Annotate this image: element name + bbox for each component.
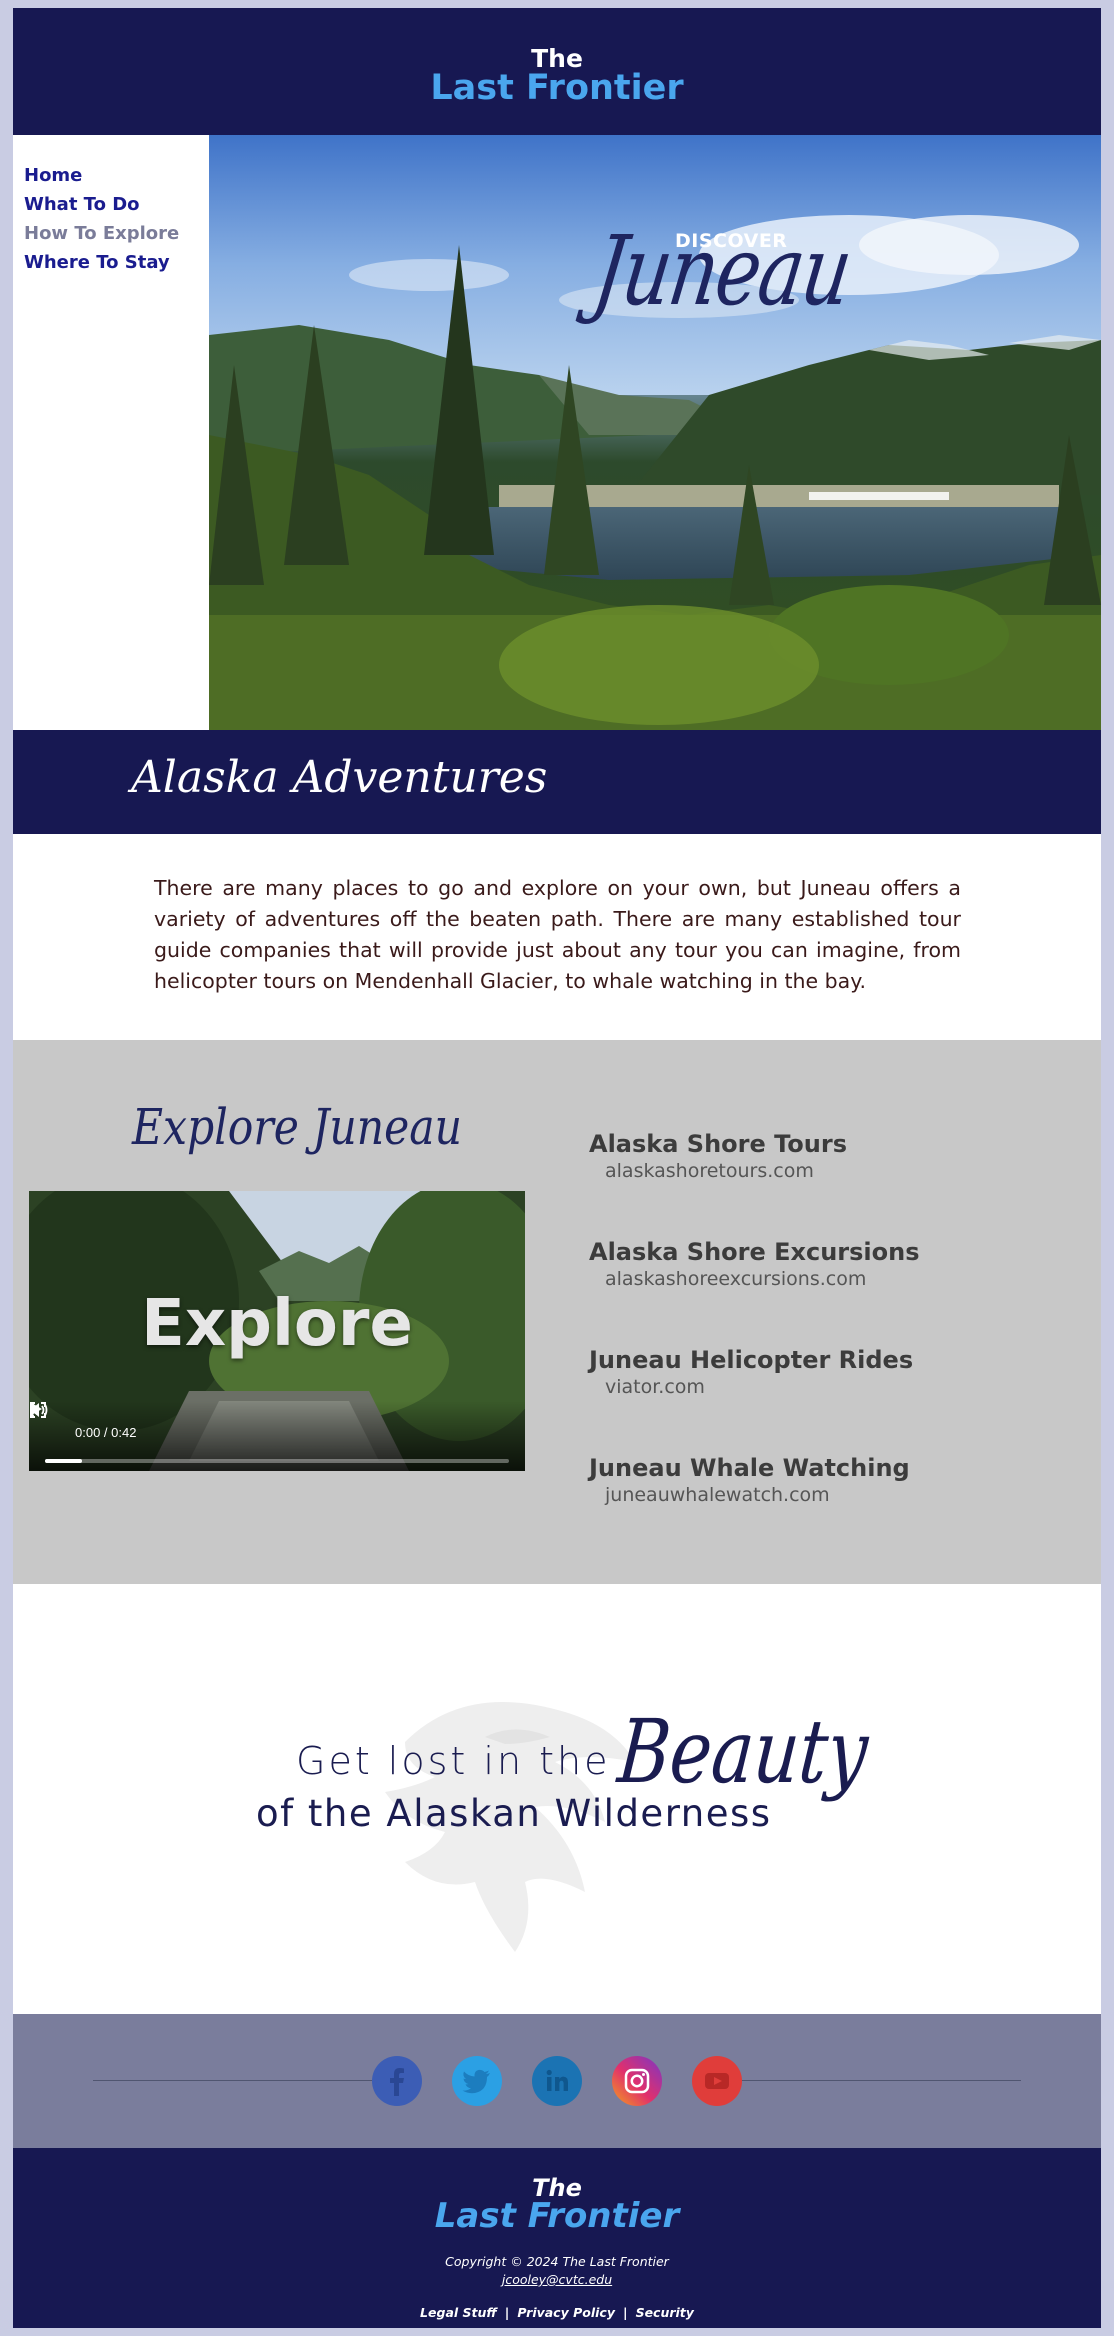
sidebar-nav: Home What To Do How To Explore Where To … <box>13 135 209 730</box>
footer-link-legal[interactable]: Legal Stuff <box>420 2305 497 2320</box>
footer-email-link[interactable]: jcooley@cvtc.edu <box>13 2272 1101 2287</box>
site-footer: The Last Frontier Copyright © 2024 The L… <box>13 2148 1101 2328</box>
divider-left <box>93 2080 373 2081</box>
tour-item: Juneau Helicopter Rides viator.com <box>589 1346 913 1398</box>
footer-separator: | <box>504 2305 510 2320</box>
footer-title-main: Last Frontier <box>434 2196 680 2236</box>
video-progress-fill <box>45 1459 83 1463</box>
instagram-icon[interactable] <box>612 2056 662 2106</box>
video-player[interactable]: Explore 0:00 / 0:42 <box>29 1191 525 1471</box>
header-title-main[interactable]: Last Frontier <box>13 68 1101 108</box>
nav-item-where-to-stay[interactable]: Where To Stay <box>24 252 170 273</box>
tagline-emphasis: Beauty <box>614 1700 872 1803</box>
tagline-line-1: Get lost in the <box>296 1739 611 1783</box>
hero-title: Juneau <box>587 215 858 327</box>
footer-link-privacy[interactable]: Privacy Policy <box>517 2305 615 2320</box>
adventures-banner: Alaska Adventures <box>13 730 1101 834</box>
tagline-section: Get lost in the Beauty of the Alaskan Wi… <box>13 1584 1101 2014</box>
tour-item: Alaska Shore Excursions alaskashoreexcur… <box>589 1238 920 1290</box>
video-time: 0:00 / 0:42 <box>75 1425 137 1440</box>
more-options-icon[interactable] <box>29 1401 35 1419</box>
adventures-intro: There are many places to go and explore … <box>154 876 961 993</box>
footer-copyright: Copyright © 2024 The Last Frontier <box>445 2254 669 2269</box>
linkedin-icon[interactable] <box>532 2056 582 2106</box>
tour-url[interactable]: alaskashoreexcursions.com <box>605 1268 920 1290</box>
tour-url[interactable]: viator.com <box>605 1376 913 1398</box>
facebook-icon[interactable] <box>372 2056 422 2106</box>
adventures-title: Alaska Adventures <box>131 752 548 803</box>
tour-item: Juneau Whale Watching juneauwhalewatch.c… <box>589 1454 910 1506</box>
tour-name[interactable]: Alaska Shore Excursions <box>589 1238 920 1266</box>
site-header: The Last Frontier <box>13 8 1101 135</box>
divider-right <box>741 2080 1021 2081</box>
youtube-icon[interactable] <box>692 2056 742 2106</box>
tour-name[interactable]: Juneau Whale Watching <box>589 1454 910 1482</box>
video-overlay-title: Explore <box>141 1287 413 1361</box>
tour-name[interactable]: Juneau Helicopter Rides <box>589 1346 913 1374</box>
twitter-icon[interactable] <box>452 2056 502 2106</box>
tour-url[interactable]: alaskashoretours.com <box>605 1160 847 1182</box>
nav-item-what-to-do[interactable]: What To Do <box>24 194 140 215</box>
page: The Last Frontier Home What To Do How To… <box>13 8 1101 2328</box>
tour-item: Alaska Shore Tours alaskashoretours.com <box>589 1130 847 1182</box>
video-controls: 0:00 / 0:42 <box>29 1401 525 1471</box>
footer-separator: | <box>622 2305 628 2320</box>
footer-link-security[interactable]: Security <box>636 2305 694 2320</box>
tagline-line-2: of the Alaskan Wilderness <box>256 1792 772 1835</box>
nav-item-how-to-explore[interactable]: How To Explore <box>24 223 179 244</box>
tour-name[interactable]: Alaska Shore Tours <box>589 1130 847 1158</box>
explore-section: Explore Juneau Explore 0:00 / 0:42 Alask… <box>13 1040 1101 1584</box>
nav-item-home[interactable]: Home <box>24 165 82 186</box>
social-bar <box>13 2014 1101 2148</box>
footer-links: Legal Stuff | Privacy Policy | Security <box>13 2305 1101 2320</box>
explore-title: Explore Juneau <box>132 1098 462 1156</box>
video-progress-bar[interactable] <box>45 1459 509 1463</box>
tour-url[interactable]: juneauwhalewatch.com <box>605 1484 910 1506</box>
hero-image: DISCOVER Juneau <box>209 135 1101 730</box>
